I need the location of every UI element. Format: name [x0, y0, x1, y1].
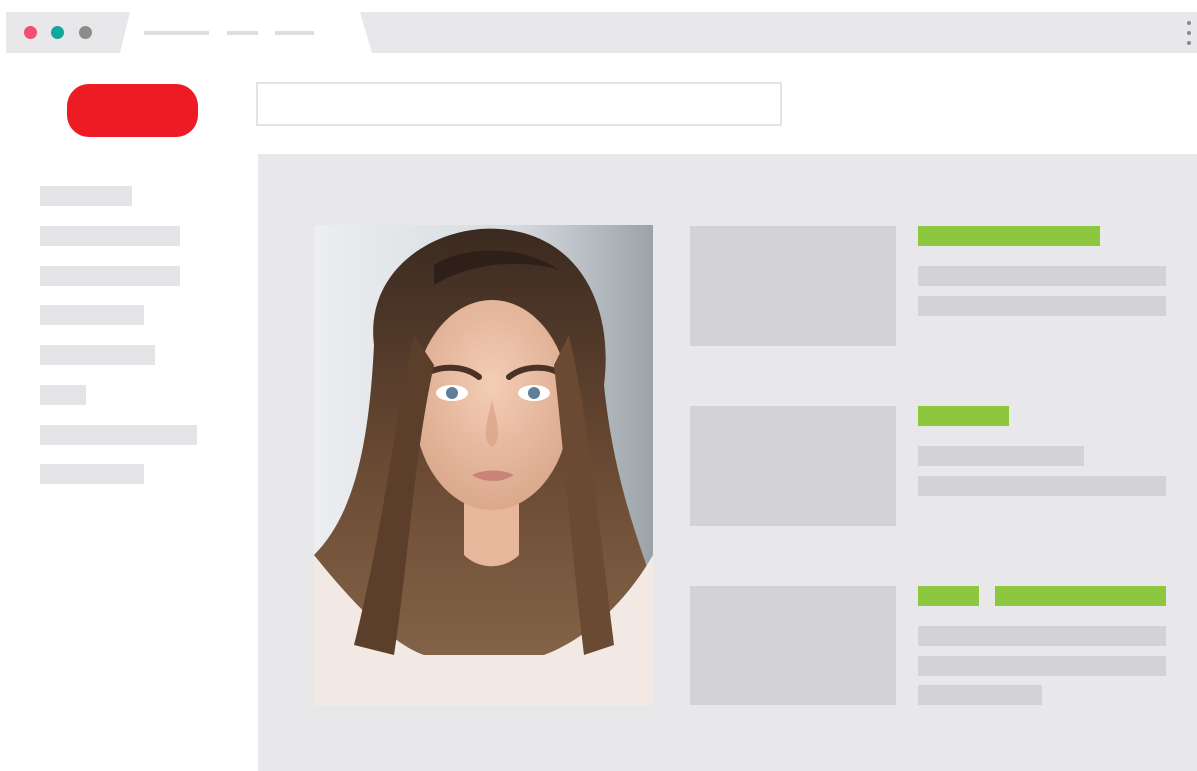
sidebar-item[interactable]: [40, 464, 144, 484]
sidebar-item[interactable]: [40, 266, 180, 286]
hero-portrait-image: [314, 225, 653, 706]
sidebar-item[interactable]: [40, 305, 144, 325]
card-text-line: [918, 656, 1166, 676]
window-maximize-button[interactable]: [79, 26, 92, 39]
tab-title-placeholder: [227, 31, 258, 35]
card-tag[interactable]: [995, 586, 1166, 606]
window-minimize-button[interactable]: [51, 26, 64, 39]
card-text-line: [918, 296, 1166, 316]
sidebar-item[interactable]: [40, 425, 197, 445]
card-thumbnail[interactable]: [690, 226, 896, 346]
card-tag[interactable]: [918, 226, 1100, 246]
window-close-button[interactable]: [24, 26, 37, 39]
card-tag[interactable]: [918, 586, 979, 606]
card-text-line: [918, 266, 1166, 286]
kebab-vertical-icon[interactable]: [1185, 21, 1193, 45]
card-text-line: [918, 685, 1042, 705]
sidebar-item[interactable]: [40, 345, 155, 365]
sidebar-item[interactable]: [40, 385, 86, 405]
card-text-line: [918, 446, 1084, 466]
card-text-line: [918, 626, 1166, 646]
site-logo[interactable]: [67, 84, 198, 137]
card-thumbnail[interactable]: [690, 586, 896, 705]
sidebar-item[interactable]: [40, 186, 132, 206]
card-text-line: [918, 476, 1166, 496]
tab-title-placeholder: [144, 31, 209, 35]
card-tag[interactable]: [918, 406, 1009, 426]
search-input[interactable]: [256, 82, 782, 126]
card-thumbnail[interactable]: [690, 406, 896, 526]
tab-title-placeholder: [275, 31, 314, 35]
sidebar-item[interactable]: [40, 226, 180, 246]
